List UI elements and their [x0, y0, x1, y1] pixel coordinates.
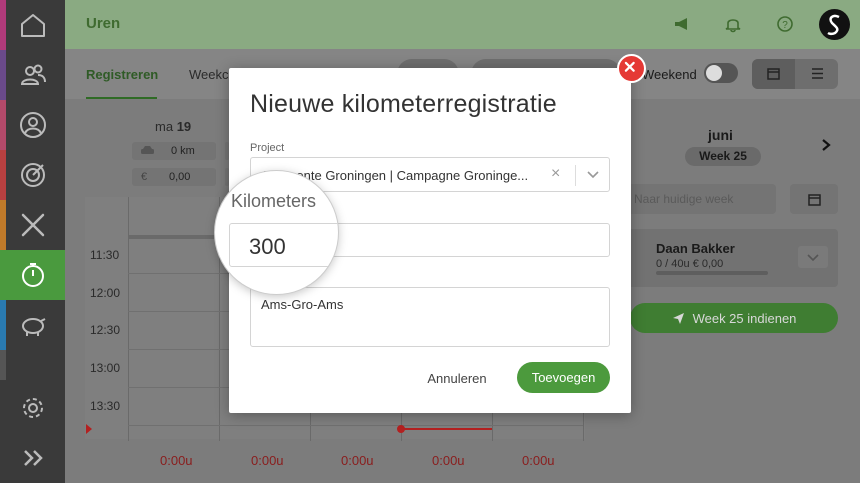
description-input[interactable]: Ams-Gro-Ams	[250, 287, 610, 347]
kilometers-value: 300	[249, 234, 286, 259]
day-total: 0:00u	[432, 453, 465, 468]
user-circle-icon	[19, 112, 46, 138]
pick-week-button[interactable]	[790, 184, 838, 214]
stopwatch-icon	[21, 263, 44, 287]
sidebar-item-hours[interactable]	[0, 250, 65, 300]
double-chevron-right-icon	[23, 450, 43, 466]
user-card-dropdown[interactable]	[798, 246, 828, 268]
sidebar-stripe	[0, 350, 6, 380]
sidebar-item-targets[interactable]	[0, 150, 65, 200]
kilometers-label: Kilometers	[231, 191, 317, 211]
cancel-button[interactable]: Annuleren	[419, 363, 495, 393]
day-total: 0:00u	[160, 453, 193, 468]
time-label: 12:30	[90, 323, 121, 337]
tools-icon	[21, 213, 44, 237]
user-progress-bar	[656, 271, 768, 275]
tab-week[interactable]: Weekc	[189, 67, 229, 82]
calendar-icon	[808, 194, 821, 206]
sidebar-item-settings[interactable]	[0, 383, 65, 433]
current-time-marker	[86, 424, 92, 434]
month-label: juni	[708, 127, 733, 143]
next-week-chevron-icon[interactable]	[820, 138, 832, 152]
add-button[interactable]: Toevoegen	[517, 362, 610, 393]
day-km-field[interactable]: 0 km	[132, 142, 216, 160]
project-label: Project	[250, 142, 285, 154]
day-km-value: 0 km	[171, 145, 195, 157]
send-icon	[672, 312, 684, 324]
view-switcher	[752, 59, 838, 89]
time-label: 12:00	[90, 286, 121, 300]
home-icon	[20, 14, 45, 37]
megaphone-icon[interactable]	[672, 14, 692, 34]
users-icon	[20, 64, 46, 85]
euro-symbol: €	[141, 171, 148, 183]
sidebar-item-tools[interactable]	[0, 200, 65, 250]
sidebar-item-team[interactable]	[0, 50, 65, 100]
grid-hline	[128, 425, 583, 426]
s-logo-icon	[827, 14, 840, 36]
time-label: 13:30	[90, 399, 121, 413]
time-label: 11:30	[90, 248, 120, 262]
svg-text:?: ?	[782, 20, 788, 31]
chevron-down-icon[interactable]	[586, 167, 600, 181]
day-amount-value: 0,00	[169, 171, 191, 183]
sidebar-item-home[interactable]	[0, 0, 65, 50]
bell-icon[interactable]	[723, 14, 743, 34]
day-total: 0:00u	[341, 453, 374, 468]
tab-register[interactable]: Registreren	[86, 67, 158, 82]
day-amount-field[interactable]: € 0,00	[132, 168, 216, 186]
top-bar: Uren ?	[65, 0, 860, 49]
week-badge: Week 25	[685, 147, 761, 166]
submit-week-label: Week 25 indienen	[692, 310, 797, 326]
current-week-button[interactable]: Naar huidige week	[621, 184, 776, 214]
current-time-line	[401, 428, 492, 430]
sidebar-expand-button[interactable]	[0, 433, 65, 483]
weekend-label: Weekend	[642, 67, 697, 82]
chevron-down-icon	[807, 254, 819, 262]
page-title: Uren	[86, 15, 121, 32]
active-tab-indicator	[86, 97, 157, 99]
day-total: 0:00u	[251, 453, 284, 468]
company-logo[interactable]	[819, 9, 850, 40]
close-dialog-button[interactable]	[617, 54, 646, 83]
sidebar-item-finance[interactable]	[0, 300, 65, 350]
day-header: ma 19	[155, 119, 191, 134]
select-divider	[575, 165, 576, 186]
day-number: 19	[176, 119, 192, 134]
sidebar-item-profile[interactable]	[0, 100, 65, 150]
dialog-title: Nieuwe kilometerregistratie	[250, 90, 557, 118]
user-hours: 0 / 40u € 0,00	[656, 258, 724, 270]
submit-week-button[interactable]: Week 25 indienen	[630, 303, 838, 333]
car-icon	[141, 146, 154, 154]
close-icon	[624, 61, 635, 72]
sidebar	[0, 0, 65, 483]
clear-project-icon[interactable]: ×	[551, 165, 560, 183]
focus-magnifier: Kilometers 300	[215, 171, 338, 294]
grid-vline	[128, 197, 129, 441]
day-total: 0:00u	[522, 453, 555, 468]
user-name: Daan Bakker	[656, 241, 735, 256]
help-icon[interactable]: ?	[775, 14, 795, 34]
weekend-toggle[interactable]	[704, 63, 738, 83]
time-label: 13:00	[90, 361, 121, 375]
calendar-icon	[767, 68, 780, 80]
target-icon	[20, 163, 45, 187]
list-view-icon[interactable]	[811, 67, 824, 80]
gear-icon	[22, 398, 43, 418]
day-name: ma	[155, 119, 174, 134]
piggy-bank-icon	[21, 318, 45, 336]
